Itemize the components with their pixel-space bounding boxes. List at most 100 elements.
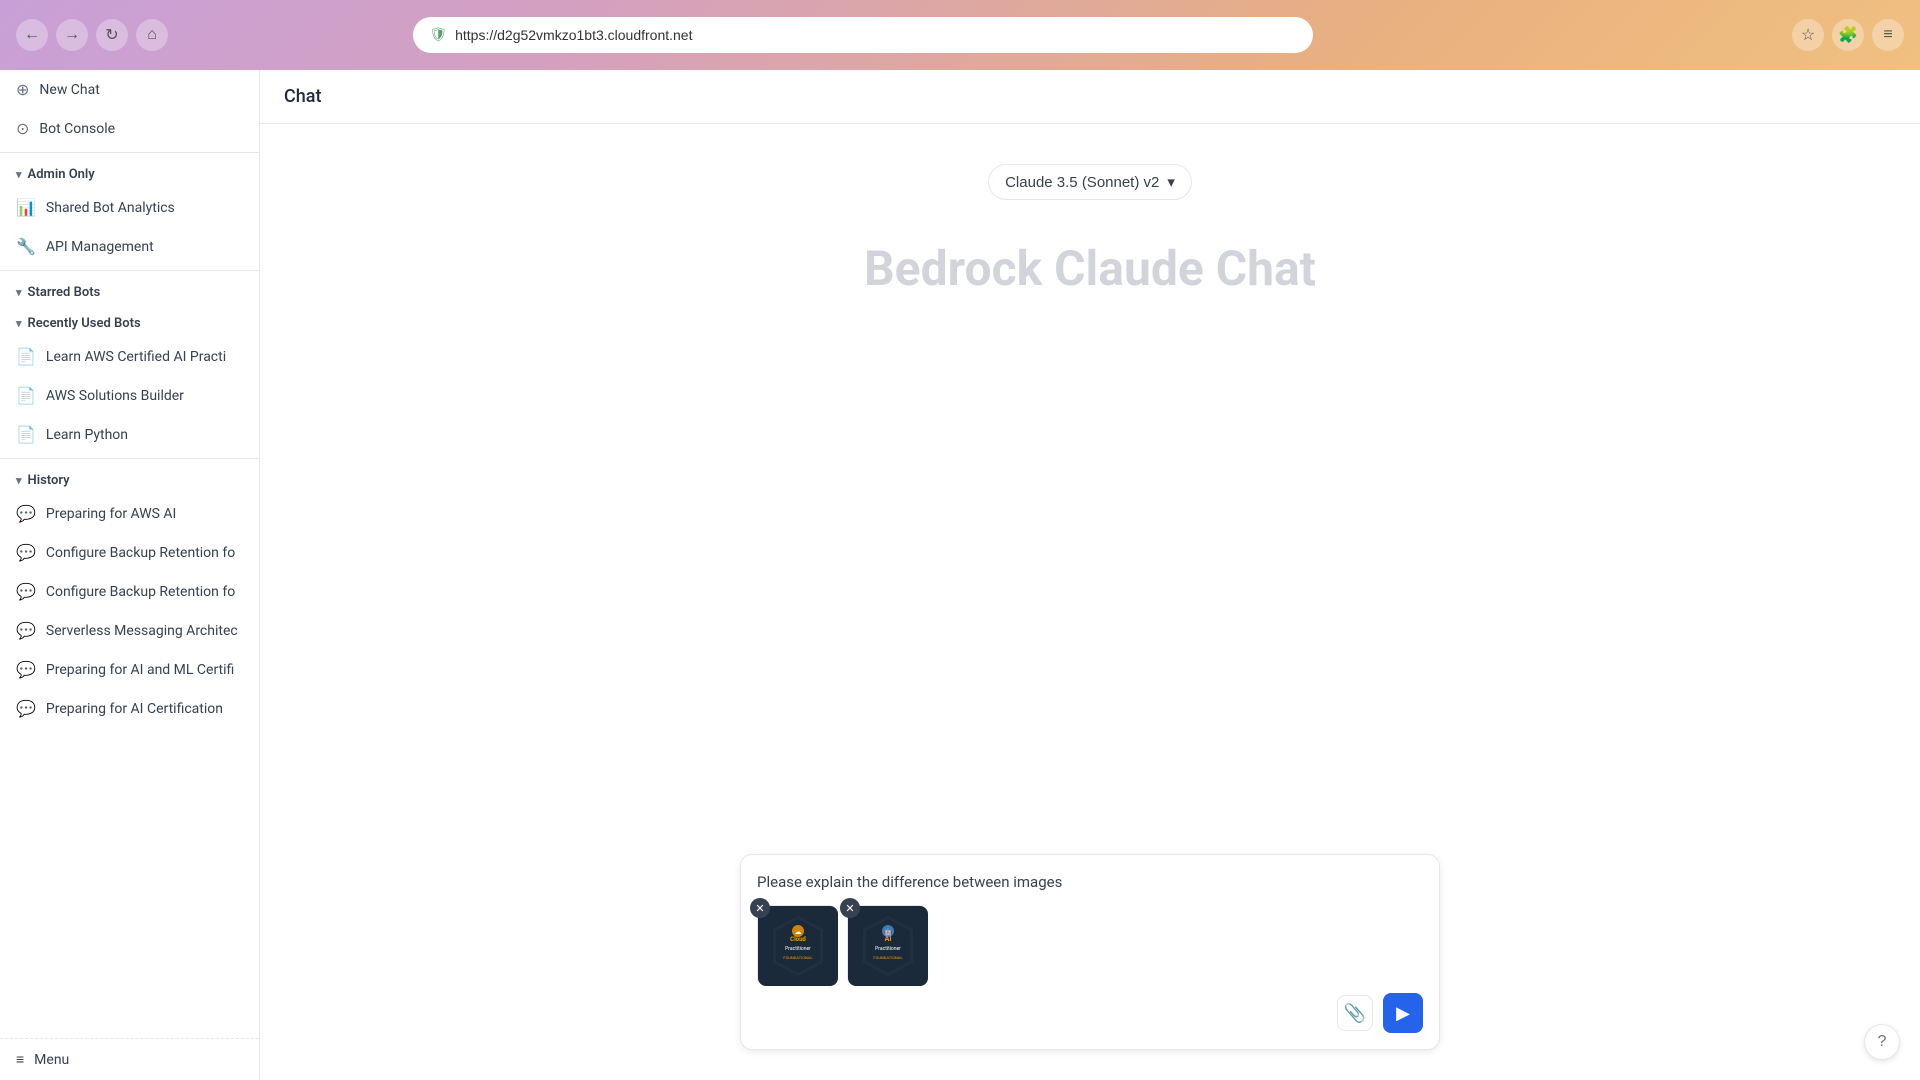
browser-menu-button[interactable]: ≡: [1872, 19, 1904, 51]
history-item-5[interactable]: 💬 Preparing for AI Certification: [0, 689, 259, 728]
svg-text:Cloud: Cloud: [790, 936, 806, 943]
remove-image-1-button[interactable]: ✕: [750, 898, 770, 918]
history-item-4-label: Preparing for AI and ML Certifi: [46, 662, 234, 678]
history-item-4[interactable]: 💬 Preparing for AI and ML Certifi: [0, 650, 259, 689]
admin-section-label: Admin Only: [28, 167, 95, 182]
new-chat-label: New Chat: [39, 82, 99, 98]
recently-chevron-icon: ▾: [16, 317, 22, 330]
history-item-5-icon: 💬: [16, 699, 36, 718]
url-input[interactable]: [455, 27, 1297, 43]
send-button[interactable]: ▶: [1383, 993, 1423, 1033]
history-item-3[interactable]: 💬 Serverless Messaging Architec: [0, 611, 259, 650]
admin-chevron-icon: ▾: [16, 168, 22, 181]
main-content: Chat Claude 3.5 (Sonnet) v2 ▾ Bedrock Cl…: [260, 70, 1920, 1080]
bot-item-0-label: Learn AWS Certified AI Practi: [46, 349, 226, 365]
chat-input-text: Please explain the difference between im…: [757, 871, 1423, 894]
help-icon: ?: [1878, 1033, 1887, 1051]
app-container: ⊕ New Chat ⊙ Bot Console ▾ Admin Only 📊 …: [0, 70, 1920, 1080]
svg-text:🤖: 🤖: [884, 927, 893, 936]
recently-section-label: Recently Used Bots: [28, 316, 141, 331]
chat-area: Claude 3.5 (Sonnet) v2 ▾ Bedrock Claude …: [260, 124, 1920, 1080]
send-icon: ▶: [1396, 1003, 1410, 1024]
refresh-button[interactable]: ↻: [96, 19, 128, 51]
chat-input-images: ✕ Cloud Practitioner FOUNDATIONAL ☁: [757, 905, 1423, 985]
new-chat-icon: ⊕: [16, 80, 29, 99]
history-item-1-label: Configure Backup Retention fo: [46, 545, 235, 561]
attach-button[interactable]: 📎: [1337, 995, 1373, 1031]
forward-button[interactable]: →: [56, 19, 88, 51]
starred-section-header[interactable]: ▾ Starred Bots: [0, 275, 259, 306]
divider-3: [0, 458, 259, 459]
history-item-0-icon: 💬: [16, 504, 36, 523]
new-chat-item[interactable]: ⊕ New Chat: [0, 70, 259, 109]
bookmark-button[interactable]: ☆: [1792, 19, 1824, 51]
sidebar: ⊕ New Chat ⊙ Bot Console ▾ Admin Only 📊 …: [0, 70, 260, 1080]
bot-item-1-icon: 📄: [16, 386, 36, 405]
bot-item-1-label: AWS Solutions Builder: [46, 388, 184, 404]
bot-console-icon: ⊙: [16, 119, 29, 138]
shared-bot-icon: 📊: [16, 198, 36, 217]
history-item-1[interactable]: 💬 Configure Backup Retention fo: [0, 533, 259, 572]
divider-1: [0, 152, 259, 153]
model-label: Claude 3.5 (Sonnet) v2: [1005, 174, 1159, 191]
aws-cloud-practitioner-badge: Cloud Practitioner FOUNDATIONAL ☁: [763, 911, 833, 981]
bot-console-item[interactable]: ⊙ Bot Console: [0, 109, 259, 148]
api-management-icon: 🔧: [16, 237, 36, 256]
image-attachment-1: ✕ Cloud Practitioner FOUNDATIONAL ☁: [757, 905, 837, 985]
back-button[interactable]: ←: [16, 19, 48, 51]
svg-text:FOUNDATIONAL: FOUNDATIONAL: [783, 955, 813, 960]
history-item-0-label: Preparing for AWS AI: [46, 506, 176, 522]
browser-chrome: ← → ↻ ⌂ 🛡 ☆ 🧩 ≡: [0, 0, 1920, 70]
svg-text:Practitioner: Practitioner: [875, 946, 901, 952]
chat-input-actions: 📎 ▶: [757, 993, 1423, 1033]
menu-item[interactable]: ≡ Menu: [0, 1038, 259, 1080]
divider-2: [0, 270, 259, 271]
shared-bot-analytics-item[interactable]: 📊 Shared Bot Analytics: [0, 188, 259, 227]
chat-title: Bedrock Claude Chat: [864, 240, 1316, 297]
model-chevron-icon: ▾: [1167, 173, 1175, 191]
api-management-label: API Management: [46, 239, 154, 255]
help-button[interactable]: ?: [1864, 1024, 1900, 1060]
image-1-preview: Cloud Practitioner FOUNDATIONAL ☁: [758, 906, 838, 986]
history-item-0[interactable]: 💬 Preparing for AWS AI: [0, 494, 259, 533]
starred-chevron-icon: ▾: [16, 286, 22, 299]
address-bar: 🛡: [413, 17, 1313, 53]
menu-label: Menu: [34, 1052, 69, 1068]
image-attachment-2: ✕ AI Practitioner FOUNDATIONAL 🤖: [847, 905, 927, 985]
history-section-header[interactable]: ▾ History: [0, 463, 259, 494]
menu-icon: ≡: [16, 1051, 24, 1068]
model-selector-button[interactable]: Claude 3.5 (Sonnet) v2 ▾: [988, 164, 1192, 200]
history-item-2[interactable]: 💬 Configure Backup Retention fo: [0, 572, 259, 611]
history-section-label: History: [28, 473, 70, 488]
history-item-1-icon: 💬: [16, 543, 36, 562]
bot-item-2-icon: 📄: [16, 425, 36, 444]
svg-text:☁: ☁: [795, 928, 802, 936]
shared-bot-label: Shared Bot Analytics: [46, 200, 175, 216]
history-item-2-icon: 💬: [16, 582, 36, 601]
browser-actions: ☆ 🧩 ≡: [1792, 19, 1904, 51]
chat-input-container: Please explain the difference between im…: [740, 854, 1440, 1051]
history-item-2-label: Configure Backup Retention fo: [46, 584, 235, 600]
extensions-button[interactable]: 🧩: [1832, 19, 1864, 51]
chat-header-title: Chat: [284, 86, 321, 107]
remove-image-2-button[interactable]: ✕: [840, 898, 860, 918]
recently-section-header[interactable]: ▾ Recently Used Bots: [0, 306, 259, 337]
attach-icon: 📎: [1344, 1003, 1366, 1024]
bot-console-label: Bot Console: [39, 121, 115, 137]
history-item-3-label: Serverless Messaging Architec: [46, 623, 238, 639]
security-icon: 🛡: [429, 27, 447, 43]
starred-section-label: Starred Bots: [28, 285, 101, 300]
bot-item-1[interactable]: 📄 AWS Solutions Builder: [0, 376, 259, 415]
admin-section-header[interactable]: ▾ Admin Only: [0, 157, 259, 188]
bot-item-0-icon: 📄: [16, 347, 36, 366]
bot-item-0[interactable]: 📄 Learn AWS Certified AI Practi: [0, 337, 259, 376]
image-2-preview: AI Practitioner FOUNDATIONAL 🤖: [848, 906, 928, 986]
home-button[interactable]: ⌂: [136, 19, 168, 51]
bot-item-2-label: Learn Python: [46, 427, 128, 443]
chat-header: Chat: [260, 70, 1920, 124]
history-item-5-label: Preparing for AI Certification: [46, 701, 223, 717]
api-management-item[interactable]: 🔧 API Management: [0, 227, 259, 266]
aws-ai-practitioner-badge: AI Practitioner FOUNDATIONAL 🤖: [853, 911, 923, 981]
bot-item-2[interactable]: 📄 Learn Python: [0, 415, 259, 454]
svg-text:FOUNDATIONAL: FOUNDATIONAL: [873, 955, 903, 960]
